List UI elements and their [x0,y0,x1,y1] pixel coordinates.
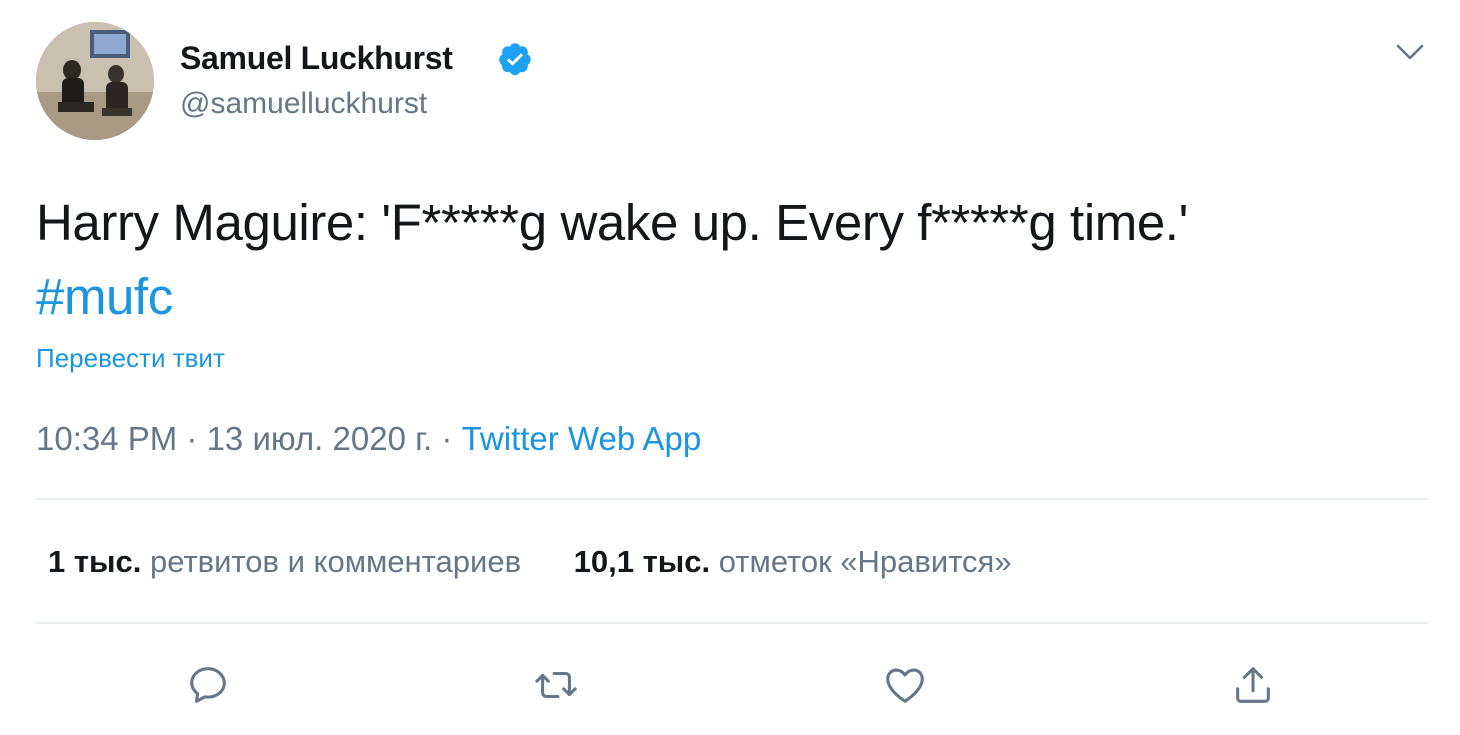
tweet-time[interactable]: 10:34 PM [36,420,177,457]
reply-icon [190,667,226,703]
retweets-stat[interactable]: 1 тыс. ретвитов и комментариев [48,544,521,580]
author-name[interactable]: Samuel Luckhurst [180,40,453,77]
like-button[interactable] [880,660,930,710]
share-icon [1236,667,1270,703]
divider [36,622,1428,624]
divider [36,498,1428,500]
share-button[interactable] [1228,660,1278,710]
likes-stat[interactable]: 10,1 тыс. отметок «Нравится» [574,544,1012,580]
retweet-icon [535,671,577,699]
hashtag-link[interactable]: #mufc [36,268,173,325]
retweet-button[interactable] [531,660,581,710]
tweet-body: Harry Maguire: 'F*****g wake up. Every f… [36,194,1188,251]
tweet-text: Harry Maguire: 'F*****g wake up. Every f… [36,186,1426,334]
avatar-photo [36,22,154,140]
heart-icon [886,668,924,703]
verified-badge-icon [499,43,531,76]
likes-count: 10,1 тыс. [573,544,711,579]
tweet-meta: 10:34 PM · 13 июл. 2020 г. · Twitter Web… [36,420,701,458]
tweet-source[interactable]: Twitter Web App [462,420,702,457]
author-handle[interactable]: @samuelluckhurst [180,87,427,121]
tweet-date[interactable]: 13 июл. 2020 г. [207,420,433,457]
retweets-count: 1 тыс. [48,544,142,579]
translate-tweet-link[interactable]: Перевести твит [36,343,225,374]
tweet-stats: 1 тыс. ретвитов и комментариев 10,1 тыс.… [48,544,1056,580]
avatar[interactable] [36,22,154,140]
tweet-card: Samuel Luckhurst @samuelluckhurst Harry … [0,0,1460,735]
meta-separator: · [177,420,207,457]
chevron-down-icon[interactable] [1394,40,1426,64]
retweets-label: ретвитов и комментариев [150,544,522,579]
reply-button[interactable] [183,660,233,710]
meta-separator: · [432,420,462,457]
likes-label: отметок «Нравится» [718,544,1012,579]
